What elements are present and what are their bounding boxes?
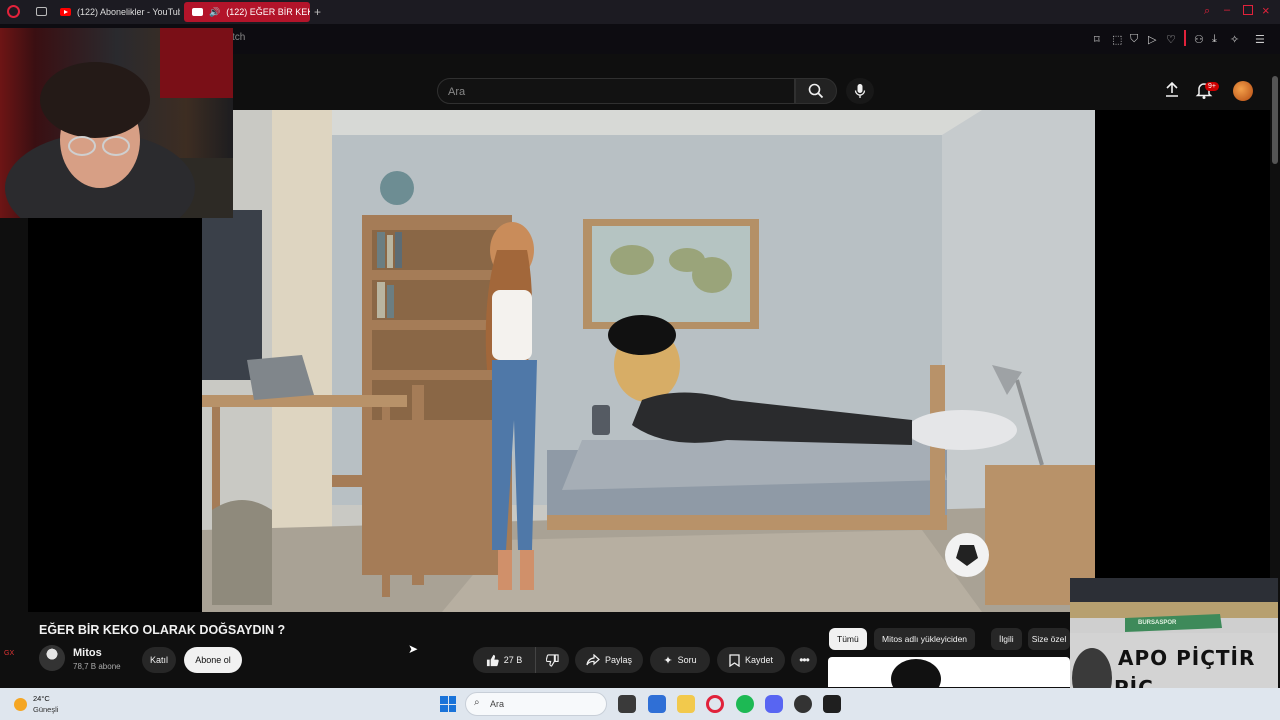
bookmark-icon [729, 653, 740, 667]
page-scrollbar[interactable] [1272, 76, 1278, 164]
overlay-text-line1: APO PİÇTİR [1118, 646, 1256, 670]
download-icon[interactable]: ⤓ [1212, 33, 1217, 46]
channel-name[interactable]: Mitos [73, 647, 102, 659]
taskbar-search[interactable]: ⌕ Ara [465, 692, 607, 716]
webcam-overlay [0, 28, 233, 218]
overlay-banner-text: BURSASPOR [1138, 620, 1177, 626]
close-button[interactable]: × [1262, 3, 1270, 18]
thumbnail-image [891, 659, 941, 687]
discord-icon[interactable] [765, 695, 783, 713]
channel-avatar[interactable] [39, 645, 65, 671]
notification-badge: 9+ [1205, 82, 1219, 91]
share-label: Paylaş [604, 655, 632, 665]
chip-for-you[interactable]: Size özel [1028, 628, 1070, 650]
video-title: EĞER BİR KEKO OLARAK DOĞSAYDIN ? [39, 623, 286, 637]
save-label: Kaydet [744, 655, 774, 665]
mouse-cursor-icon: ➤ [408, 642, 419, 656]
youtube-icon [192, 8, 203, 16]
url-text[interactable]: tch [232, 32, 245, 43]
ask-label: Soru [677, 655, 697, 665]
video-letterbox-left [28, 218, 202, 612]
sidebar-gx-label[interactable]: GX [4, 650, 14, 657]
separator [1184, 30, 1186, 46]
subscribe-button[interactable]: Abone ol [184, 647, 242, 673]
tab-manager-icon[interactable] [36, 7, 47, 16]
terminal-icon[interactable] [823, 695, 841, 713]
subscriber-count: 78,7 B abone [73, 662, 121, 671]
more-icon: ••• [799, 653, 810, 667]
video-letterbox-right [1095, 110, 1270, 580]
taskbar-search-label: Ara [490, 699, 505, 709]
speaker-icon: 🔊 [209, 6, 221, 17]
more-actions-button[interactable]: ••• [791, 647, 817, 673]
search-input[interactable]: Ara [437, 78, 795, 104]
store-icon[interactable] [648, 695, 666, 713]
video-frame-illustration [202, 110, 1095, 612]
spotify-icon[interactable] [736, 695, 754, 713]
profile-icon[interactable]: ⚇ [1194, 33, 1204, 46]
webcam-person [5, 28, 233, 218]
join-label: Katıl [149, 655, 168, 665]
minimize-button[interactable]: – [1224, 4, 1230, 16]
search-button[interactable] [795, 78, 837, 104]
start-button[interactable] [440, 696, 456, 712]
voice-search-button[interactable] [846, 78, 874, 104]
bookmark-icon[interactable]: ⌑ [1094, 33, 1100, 46]
chip-related[interactable]: İlgili [991, 628, 1022, 650]
share-button[interactable]: Paylaş [575, 647, 643, 673]
tab-current-video[interactable]: 🔊 (122) EĞER BİR KEKO O [184, 2, 310, 22]
obs-icon[interactable] [794, 695, 812, 713]
browser-tab-bar: (122) Abonelikler - YouTube 🔊 (122) EĞER… [0, 0, 1280, 24]
opera-gx-icon[interactable] [706, 695, 724, 713]
weather-temperature[interactable]: 24°C [33, 694, 50, 703]
opera-logo-icon[interactable] [7, 5, 20, 18]
snapshot-icon[interactable]: ⬚ [1112, 33, 1122, 46]
search-icon: ⌕ [474, 697, 480, 708]
ask-button[interactable]: ✦ Soru [650, 647, 710, 673]
user-avatar[interactable] [1233, 81, 1253, 101]
dislike-button[interactable] [535, 647, 569, 673]
sun-icon [14, 698, 27, 711]
chip-all[interactable]: Tümü [829, 628, 867, 650]
tab-subscriptions[interactable]: (122) Abonelikler - YouTube [52, 2, 180, 22]
play-icon[interactable]: ▷ [1148, 33, 1156, 46]
recommended-video-thumbnail[interactable] [828, 657, 1070, 687]
youtube-icon [60, 8, 71, 16]
tab-label: (122) EĞER BİR KEKO O [226, 7, 310, 17]
sparkle-icon: ✦ [663, 654, 673, 667]
ai-icon[interactable]: ✧ [1230, 33, 1239, 46]
chip-from-uploader[interactable]: Mitos adlı yükleyiciden [874, 628, 976, 650]
thumbs-up-icon [486, 654, 499, 666]
shield-icon[interactable]: ⛉ [1130, 33, 1138, 46]
thumbs-down-icon [546, 653, 559, 667]
join-button[interactable]: Katıl [142, 647, 176, 673]
new-tab-button[interactable]: + [314, 5, 321, 19]
windows-taskbar [0, 688, 1280, 720]
microphone-icon [854, 84, 866, 98]
search-icon [808, 83, 824, 99]
file-explorer-icon[interactable] [677, 695, 695, 713]
share-icon [586, 654, 600, 666]
menu-icon[interactable]: ☰ [1255, 33, 1265, 46]
weather-description: Güneşli [33, 705, 59, 714]
like-button[interactable]: 27 B [473, 647, 535, 673]
create-button[interactable] [1162, 80, 1184, 102]
video-player[interactable] [202, 110, 1095, 612]
search-tabs-icon[interactable]: ⌕ [1204, 5, 1210, 18]
task-view-icon[interactable] [618, 695, 636, 713]
upload-icon [1166, 81, 1178, 97]
save-button[interactable]: Kaydet [717, 647, 785, 673]
heart-icon[interactable]: ♡ [1166, 33, 1176, 46]
tab-label: (122) Abonelikler - YouTube [77, 7, 180, 17]
subscribe-label: Abone ol [195, 655, 231, 665]
like-count: 27 B [503, 655, 523, 665]
maximize-button[interactable] [1243, 5, 1253, 15]
